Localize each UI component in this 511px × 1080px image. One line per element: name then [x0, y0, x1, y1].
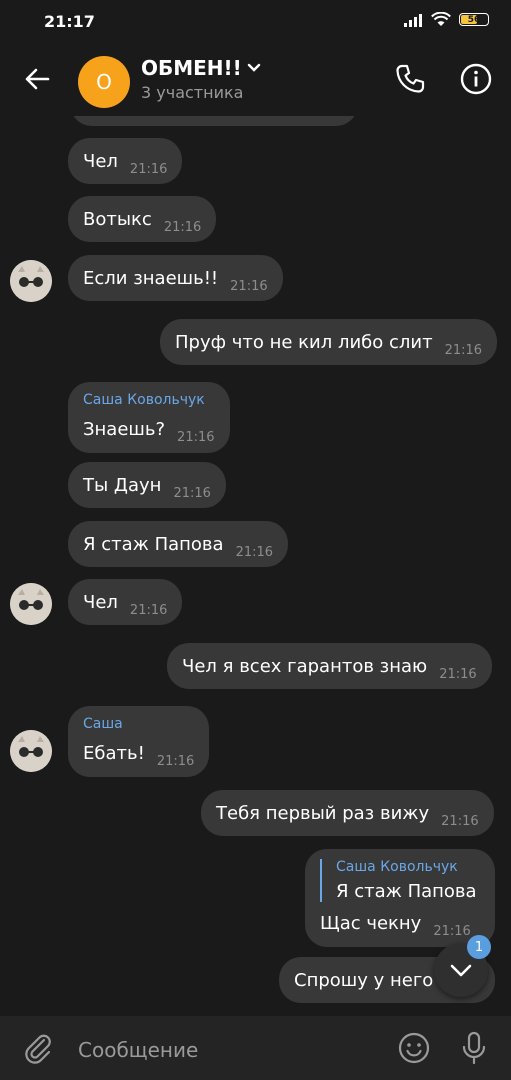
message-time: 21:16	[129, 161, 168, 177]
message-bubble[interactable]: Я стаж Папова 21:16	[68, 521, 289, 567]
signal-icon	[404, 13, 422, 27]
reply-quote[interactable]: Саша Ковольчук Я стаж Папова	[320, 859, 480, 902]
message-bubble[interactable]: Ты Даун 21:16	[68, 462, 226, 508]
status-bar: 21:17 56	[0, 0, 511, 44]
message-bubble[interactable]: Чел 21:16	[68, 138, 183, 184]
message-time: 21:16	[129, 602, 168, 618]
unread-count-badge: 1	[467, 935, 491, 959]
message-time: 21:16	[177, 430, 215, 445]
message-text: Ебать!	[83, 743, 145, 764]
chevron-down-icon	[247, 63, 260, 72]
message-bubble[interactable]: Вотыкс 21:16	[68, 196, 217, 242]
message-text: Чел я всех гарантов знаю	[182, 655, 428, 677]
reply-quote-sender: Саша Ковольчук	[336, 859, 458, 875]
message-bubble-clipped[interactable]	[70, 116, 358, 126]
message-bubble-outgoing[interactable]: Чел я всех гарантов знаю 21:16	[167, 643, 492, 689]
info-icon[interactable]	[459, 62, 493, 96]
message-text: Ты Даун	[83, 474, 162, 496]
chat-title-area[interactable]: ОБМЕН!! 3 участника	[141, 56, 262, 102]
message-bubble[interactable]: Саша Ебать! 21:16	[68, 706, 210, 777]
phone-call-icon[interactable]	[393, 62, 427, 96]
battery-level: 56	[467, 14, 481, 25]
message-list[interactable]: Чел 21:16 Вотыкс 21:16 Если знаешь!! 21:…	[0, 116, 511, 1016]
chat-header: О ОБМЕН!! 3 участника	[0, 44, 511, 116]
message-time: 21:16	[439, 666, 477, 682]
cat-avatar-icon	[10, 260, 52, 302]
message-time: 21:16	[163, 219, 202, 235]
sender-avatar[interactable]	[10, 260, 52, 302]
message-sender: Саша Ковольчук	[83, 392, 205, 408]
message-bubble-outgoing[interactable]: Тебя первый раз вижу 21:16	[201, 790, 494, 836]
message-time: 21:16	[433, 924, 471, 939]
back-arrow-icon[interactable]	[22, 64, 52, 94]
cat-avatar-icon	[10, 583, 52, 625]
message-time: 21:16	[156, 754, 195, 769]
sender-avatar[interactable]	[10, 583, 52, 625]
status-time: 21:17	[44, 12, 95, 31]
message-time: 21:16	[444, 342, 483, 358]
message-text: Знаешь?	[83, 419, 166, 440]
chat-subtitle: 3 участника	[141, 83, 244, 102]
message-time: 21:16	[235, 544, 274, 560]
message-input[interactable]	[76, 1032, 380, 1068]
message-text: Тебя первый раз вижу	[216, 802, 430, 824]
message-bubble[interactable]: Саша Ковольчук Знаешь? 21:16	[68, 382, 230, 453]
message-text: Чел	[83, 591, 118, 613]
microphone-icon[interactable]	[458, 1030, 490, 1066]
message-composer	[0, 1016, 511, 1080]
wifi-icon	[431, 12, 451, 26]
battery-icon: 56	[459, 13, 489, 26]
status-icons: 56	[403, 12, 489, 27]
cat-avatar-icon	[10, 730, 52, 772]
message-text: Щас чекну	[320, 913, 422, 934]
group-avatar[interactable]: О	[78, 56, 130, 108]
reply-quote-text: Я стаж Папова	[336, 881, 477, 902]
message-text: Чел	[83, 150, 118, 172]
message-text: Вотыкс	[83, 208, 152, 230]
message-bubble[interactable]: Чел 21:16	[68, 579, 183, 625]
message-text: Если знаешь!!	[83, 267, 219, 289]
message-text: Пруф что не кил либо слит	[175, 331, 433, 353]
message-time: 21:16	[230, 278, 268, 294]
message-sender: Саша	[83, 716, 123, 732]
paperclip-icon[interactable]	[20, 1030, 56, 1066]
message-time: 21:16	[441, 813, 479, 829]
message-text: Спрошу у него	[294, 969, 434, 991]
group-avatar-letter: О	[96, 70, 112, 94]
sender-avatar[interactable]	[10, 730, 52, 772]
message-bubble-outgoing[interactable]: Пруф что не кил либо слит 21:16	[160, 319, 498, 365]
emoji-icon[interactable]	[396, 1030, 432, 1066]
chat-title: ОБМЕН!!	[141, 56, 242, 80]
message-bubble-outgoing[interactable]: Саша Ковольчук Я стаж Папова Щас чекну 2…	[305, 849, 495, 947]
message-bubble[interactable]: Если знаешь!! 21:16	[68, 255, 283, 301]
message-text: Я стаж Папова	[83, 533, 224, 555]
message-time: 21:16	[173, 485, 211, 501]
